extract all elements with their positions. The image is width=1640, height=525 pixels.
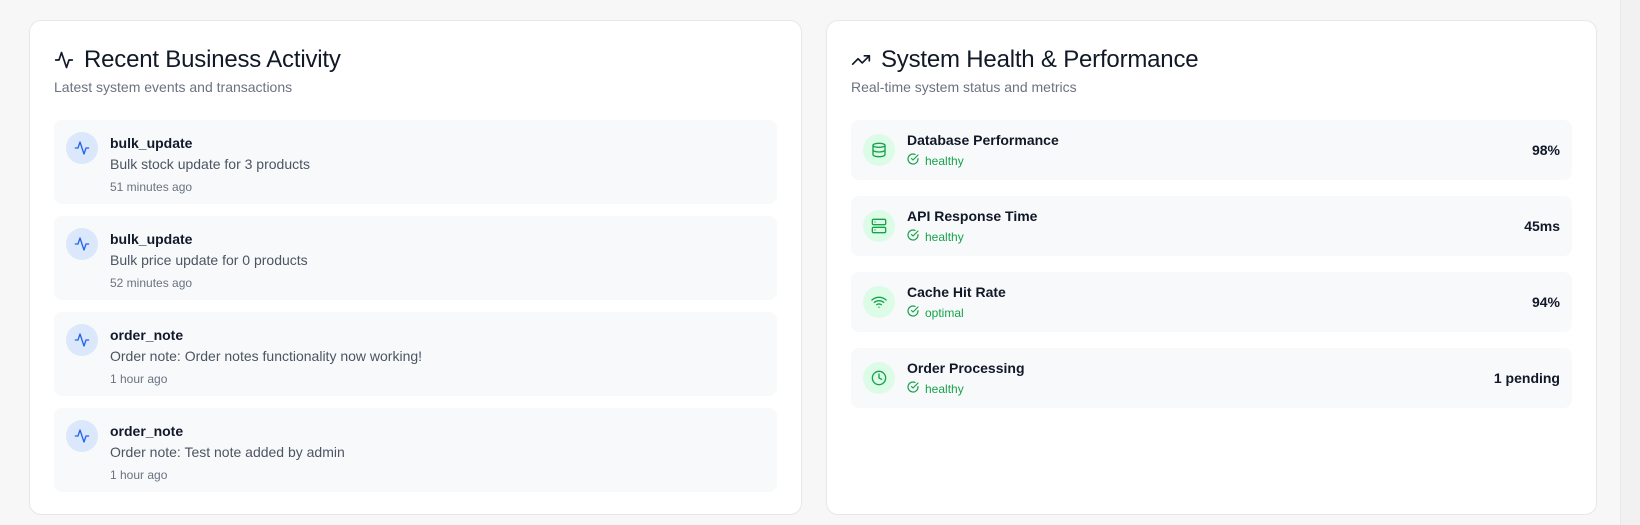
check-circle-icon (907, 228, 919, 246)
metric-value: 1 pending (1493, 370, 1560, 386)
metric-row-api[interactable]: API Response Time healthy 45ms (851, 196, 1572, 256)
activity-item[interactable]: bulk_update Bulk stock update for 3 prod… (54, 120, 777, 204)
activity-icon (66, 228, 98, 260)
metric-value: 94% (1531, 294, 1560, 310)
recent-activity-header: Recent Business Activity (54, 45, 777, 75)
activity-item[interactable]: order_note Order note: Test note added b… (54, 408, 777, 492)
metric-value: 98% (1531, 142, 1560, 158)
metric-name: Order Processing (907, 359, 1025, 376)
metric-row-database[interactable]: Database Performance healthy 98% (851, 120, 1572, 180)
activity-icon (66, 132, 98, 164)
activity-description: Order note: Test note added by admin (110, 444, 345, 460)
metric-status: healthy (907, 228, 1524, 246)
activity-description: Bulk price update for 0 products (110, 252, 308, 268)
system-health-header: System Health & Performance (851, 45, 1572, 75)
recent-activity-subtitle: Latest system events and transactions (54, 79, 293, 95)
metric-value: 45ms (1524, 218, 1560, 234)
system-health-card: System Health & Performance Real-time sy… (826, 20, 1597, 515)
activity-list: bulk_update Bulk stock update for 3 prod… (54, 120, 777, 492)
metric-list: Database Performance healthy 98% API Res… (851, 120, 1572, 408)
metric-status: healthy (907, 380, 1494, 398)
activity-description: Order note: Order notes functionality no… (110, 348, 423, 364)
activity-type: order_note (110, 423, 184, 439)
metric-status-text: optimal (925, 305, 964, 320)
activity-timestamp: 51 minutes ago (110, 180, 193, 194)
metric-name: Database Performance (907, 131, 1059, 148)
recent-activity-title: Recent Business Activity (84, 46, 341, 73)
activity-type: bulk_update (110, 135, 193, 151)
wifi-icon (863, 286, 895, 318)
clock-icon (863, 362, 895, 394)
activity-type: bulk_update (110, 231, 193, 247)
metric-status-text: healthy (925, 381, 964, 396)
metric-status: healthy (907, 152, 1532, 170)
activity-description: Bulk stock update for 3 products (110, 156, 310, 172)
activity-timestamp: 52 minutes ago (110, 276, 193, 290)
metric-name: API Response Time (907, 207, 1038, 224)
metric-row-orders[interactable]: Order Processing healthy 1 pending (851, 348, 1572, 408)
trending-up-icon (851, 50, 871, 70)
metric-name: Cache Hit Rate (907, 283, 1006, 300)
vertical-scrollbar[interactable] (1620, 0, 1640, 525)
system-health-subtitle: Real-time system status and metrics (851, 79, 1077, 95)
check-circle-icon (907, 152, 919, 170)
check-circle-icon (907, 380, 919, 398)
activity-icon (54, 50, 74, 70)
metric-status-text: healthy (925, 229, 964, 244)
activity-item[interactable]: bulk_update Bulk price update for 0 prod… (54, 216, 777, 300)
metric-row-cache[interactable]: Cache Hit Rate optimal 94% (851, 272, 1572, 332)
activity-timestamp: 1 hour ago (110, 372, 168, 386)
database-icon (863, 134, 895, 166)
server-icon (863, 210, 895, 242)
activity-icon (66, 420, 98, 452)
recent-activity-card: Recent Business Activity Latest system e… (29, 20, 802, 515)
dashboard-page: Recent Business Activity Latest system e… (0, 0, 1640, 525)
metric-status-text: healthy (925, 153, 964, 168)
activity-type: order_note (110, 327, 184, 343)
activity-icon (66, 324, 98, 356)
system-health-title: System Health & Performance (881, 46, 1199, 73)
activity-timestamp: 1 hour ago (110, 468, 168, 482)
check-circle-icon (907, 304, 919, 322)
activity-item[interactable]: order_note Order note: Order notes funct… (54, 312, 777, 396)
metric-status: optimal (907, 304, 1532, 322)
